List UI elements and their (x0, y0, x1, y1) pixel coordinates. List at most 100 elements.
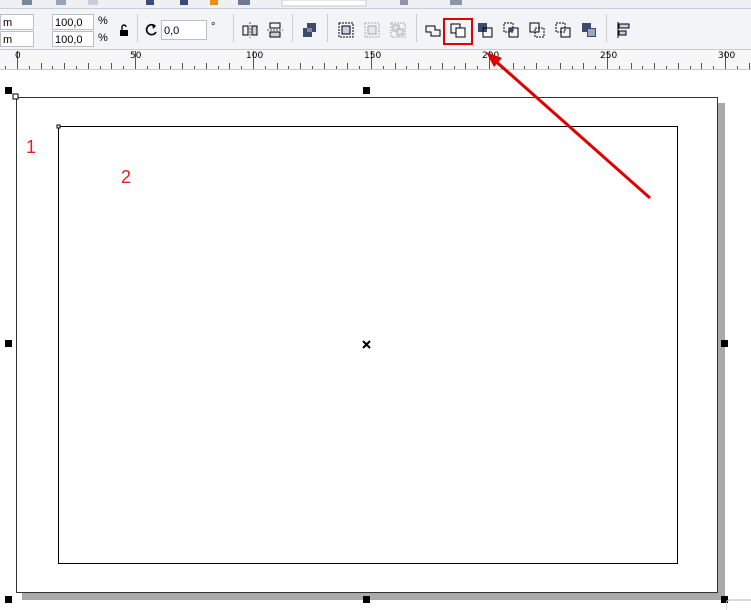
node-marker-icon[interactable] (12, 93, 20, 101)
annotation-label-1: 1 (26, 137, 37, 157)
page-shadow-right (718, 103, 725, 600)
ruler-tick (442, 63, 443, 69)
combine-icon[interactable] (301, 21, 319, 39)
ruler-label: 200 (482, 51, 500, 61)
ruler-tick (312, 66, 313, 69)
degree-symbol: ° (211, 21, 216, 33)
ruler-tick (701, 63, 702, 69)
ruler-tick (477, 66, 478, 69)
ruler-tick (265, 66, 266, 69)
ruler-tick (501, 66, 502, 69)
ruler-tick (324, 63, 325, 69)
ruler-label: 100 (246, 51, 264, 61)
ruler-tick (513, 63, 514, 69)
lock-ratio-icon[interactable] (115, 22, 133, 40)
ruler-tick (642, 66, 643, 69)
width-unit-text: m (3, 17, 13, 29)
ruler-tick (536, 63, 537, 69)
toolbar-separator (292, 14, 293, 42)
weld-icon[interactable] (424, 21, 442, 39)
ruler-tick (690, 66, 691, 69)
ruler-tick (347, 63, 348, 69)
ruler-label: 0 (15, 51, 21, 61)
toolbar-separator (137, 14, 138, 42)
ruler-tick (100, 66, 101, 69)
scale-y-input[interactable]: 100,0 (52, 31, 94, 47)
group-icon[interactable] (337, 21, 355, 39)
ruler-tick (277, 63, 278, 69)
intersect-icon[interactable] (476, 21, 494, 39)
highlight-box (443, 18, 473, 45)
height-unit-text: m (3, 34, 13, 46)
ruler-tick (654, 63, 655, 69)
ruler-tick (595, 66, 596, 69)
page-shadow-bottom (22, 593, 725, 600)
align-distribute-icon[interactable] (615, 21, 633, 39)
ruler-tick (159, 63, 160, 69)
ruler-tick (182, 63, 183, 69)
ruler-tick (631, 63, 632, 69)
selection-handle-top-left[interactable] (5, 87, 12, 94)
ruler-tick (560, 63, 561, 69)
selection-handle-right[interactable] (721, 340, 728, 347)
ruler-tick (52, 66, 53, 69)
ungroup-all-icon[interactable] (389, 21, 407, 39)
selection-handle-bottom-left[interactable] (5, 596, 12, 603)
scrollbar-corner (726, 599, 751, 610)
ruler-tick (430, 66, 431, 69)
ruler-tick (583, 63, 584, 69)
mirror-vertical-icon[interactable] (266, 21, 284, 39)
ruler-tick (5, 66, 6, 69)
selection-handle-left[interactable] (5, 340, 12, 347)
property-bar: m m 100,0 100,0 % % 0,0 ° (0, 9, 751, 50)
ruler-label: 50 (130, 51, 142, 61)
ruler-tick (666, 66, 667, 69)
ruler-label: 150 (364, 51, 382, 61)
selection-handle-top[interactable] (363, 87, 370, 94)
ruler-tick (123, 66, 124, 69)
ruler-tick (88, 63, 89, 69)
toolbar-separator (416, 14, 417, 42)
ruler-tick (572, 66, 573, 69)
ruler-tick (524, 66, 525, 69)
ruler-tick (111, 63, 112, 69)
top-strip-partial-icons (22, 0, 462, 7)
top-menu-strip (0, 0, 751, 9)
center-x-icon[interactable] (361, 339, 372, 350)
ruler-label: 300 (718, 51, 736, 61)
create-boundary-icon[interactable] (580, 21, 598, 39)
scale-x-input[interactable]: 100,0 (52, 14, 94, 30)
back-minus-front-alt-icon[interactable] (554, 21, 572, 39)
ruler-tick (206, 63, 207, 69)
ruler-tick (418, 63, 419, 69)
scale-x-percent: % (98, 15, 108, 27)
rotate-icon (145, 23, 157, 36)
horizontal-ruler[interactable]: 0 50 100 150 200 250 300 (0, 50, 751, 70)
object-width-field[interactable]: m (0, 14, 34, 30)
ruler-tick (359, 66, 360, 69)
ruler-tick (713, 66, 714, 69)
ruler-tick (241, 66, 242, 69)
ruler-tick (218, 66, 219, 69)
toolbar-separator (233, 14, 234, 42)
ruler-tick (300, 63, 301, 69)
ungroup-icon[interactable] (363, 21, 381, 39)
selection-handle-bottom[interactable] (363, 596, 370, 603)
ruler-tick (548, 66, 549, 69)
annotation-label-2: 2 (121, 167, 132, 187)
toolbar-separator (327, 14, 328, 42)
mirror-horizontal-icon[interactable] (241, 21, 259, 39)
ruler-tick (454, 66, 455, 69)
ruler-tick (76, 66, 77, 69)
object-height-field[interactable]: m (0, 31, 34, 47)
ruler-tick (229, 63, 230, 69)
front-minus-back-icon[interactable] (528, 21, 546, 39)
node-marker-small-icon (56, 124, 61, 129)
ruler-tick (619, 66, 620, 69)
ruler-tick (29, 66, 30, 69)
ruler-tick (194, 66, 195, 69)
simplify-icon[interactable] (502, 21, 520, 39)
rotation-angle-input[interactable]: 0,0 (161, 20, 207, 40)
ruler-label: 250 (600, 51, 618, 61)
ruler-tick (41, 63, 42, 69)
